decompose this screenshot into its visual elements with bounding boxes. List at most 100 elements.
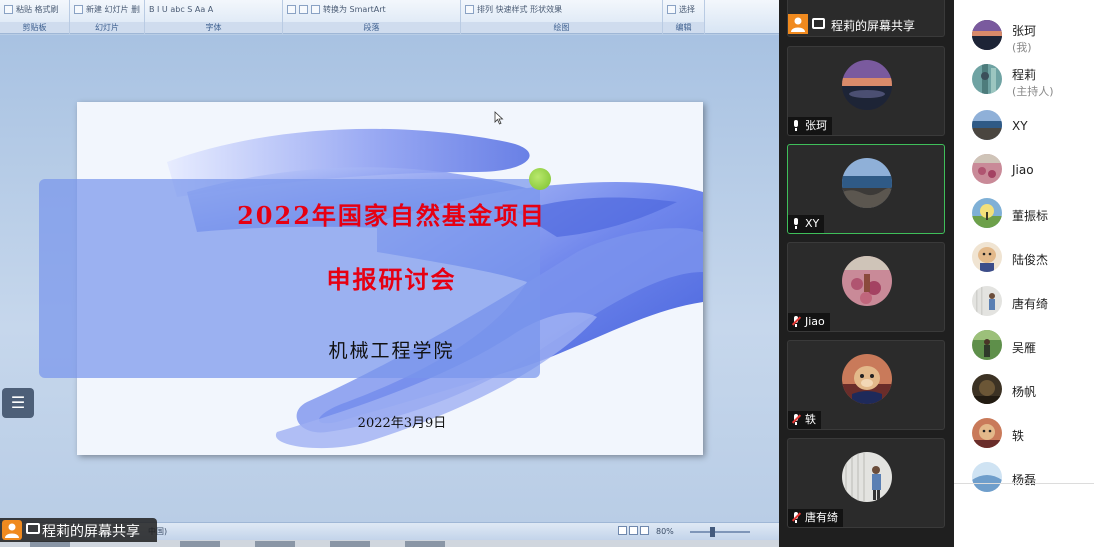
participant-avatar	[972, 374, 1002, 404]
video-tile[interactable]: Jiao	[787, 242, 945, 332]
user-avatar-icon	[788, 14, 808, 34]
normal-view-icon[interactable]	[618, 526, 627, 535]
screen-share-icon	[26, 523, 40, 534]
participant-name: 张珂	[1012, 24, 1037, 38]
slide-subtitle: 机械工程学院	[328, 340, 455, 362]
ribbon-tools: 新建 幻灯片 删除	[86, 5, 140, 14]
slide-title-line2: 申报研讨会	[326, 265, 457, 294]
participant-item[interactable]: 轶	[954, 412, 1094, 456]
ribbon-tools: B I U abc S Aa A	[149, 5, 214, 14]
ribbon-tools: 选择	[679, 5, 695, 14]
participant-name: 杨磊	[1012, 473, 1037, 487]
participant-item[interactable]: XY	[954, 104, 1094, 148]
participant-avatar	[972, 20, 1002, 50]
zoom-slider[interactable]	[690, 527, 750, 537]
participant-name: 程莉	[1012, 68, 1037, 82]
participant-avatar	[972, 418, 1002, 448]
align-center-icon	[299, 5, 308, 14]
taskbar-item[interactable]	[255, 541, 295, 547]
ribbon-group-label: 绘图	[461, 22, 662, 33]
participant-avatar	[972, 64, 1002, 94]
participant-item[interactable]: Jiao	[954, 148, 1094, 192]
meeting-window: 粘贴 格式刷 剪贴板 新建 幻灯片 删除 幻灯片 B I U abc S Aa …	[0, 0, 1094, 547]
mic-muted-icon	[791, 414, 802, 425]
ribbon-tools: 粘贴 格式刷	[16, 5, 59, 14]
shared-screen[interactable]: 粘贴 格式刷 剪贴板 新建 幻灯片 删除 幻灯片 B I U abc S Aa …	[0, 0, 779, 547]
view-switcher[interactable]	[618, 526, 652, 537]
ribbon-group-editing[interactable]: 选择 编辑	[663, 0, 705, 34]
participant-item[interactable]: 张珂 (我)	[954, 14, 1094, 58]
mic-muted-icon	[791, 512, 802, 523]
ribbon-tools: 排列 快速样式 形状效果	[477, 5, 563, 14]
rotation-handle[interactable]	[529, 168, 551, 190]
ribbon-group-label: 幻灯片	[70, 22, 144, 33]
ribbon-group-label: 编辑	[663, 22, 704, 33]
new-slide-icon	[74, 5, 83, 14]
participant-item[interactable]: 杨帆	[954, 368, 1094, 412]
participant-name: XY	[1012, 119, 1028, 133]
video-tile-screen-share[interactable]: 程莉的屏幕共享	[787, 0, 945, 37]
ribbon-tools: 转换为 SmartArt	[323, 5, 386, 14]
screen-share-text: 程莉的屏幕共享	[42, 524, 140, 540]
participant-avatar	[972, 198, 1002, 228]
participant-item[interactable]: 程莉 (主持人)	[954, 58, 1094, 102]
participant-role: (主持人)	[1012, 85, 1054, 98]
taskbar-item[interactable]	[330, 541, 370, 547]
participant-name: 轶	[1012, 429, 1025, 443]
participant-name: 张珂	[805, 119, 827, 132]
participant-avatar	[842, 60, 892, 110]
participant-item[interactable]: 唐有绮	[954, 280, 1094, 324]
participant-avatar	[972, 462, 1002, 492]
participant-item[interactable]: 吴雁	[954, 324, 1094, 368]
participant-avatar	[842, 354, 892, 404]
ribbon-group-drawing[interactable]: 排列 快速样式 形状效果 绘图	[461, 0, 663, 34]
screen-share-icon	[812, 18, 825, 29]
participant-avatar	[972, 286, 1002, 316]
video-tile[interactable]: 轶	[787, 340, 945, 430]
participant-name: 吴雁	[1012, 341, 1037, 355]
ribbon-group-paragraph[interactable]: 转换为 SmartArt 段落	[283, 0, 461, 34]
ribbon-group-clipboard[interactable]: 粘贴 格式刷 剪贴板	[0, 0, 70, 34]
ribbon-group-label: 剪贴板	[0, 22, 69, 33]
participant-item[interactable]: 董振标	[954, 192, 1094, 236]
screen-share-label: 程莉的屏幕共享	[0, 518, 157, 542]
participant-list[interactable]: 张珂 (我) 程莉 (主持人) XY Jiao 董振标 陆俊杰 唐有绮 吴雁 杨…	[954, 0, 1094, 547]
participant-name: 杨帆	[1012, 385, 1037, 399]
participant-name: 轶	[805, 413, 816, 426]
taskbar-item[interactable]	[180, 541, 220, 547]
sorter-view-icon[interactable]	[629, 526, 638, 535]
align-icon	[287, 5, 296, 14]
participant-name: Jiao	[1012, 163, 1034, 177]
mic-on-icon	[792, 120, 800, 131]
ppt-ribbon: 粘贴 格式刷 剪贴板 新建 幻灯片 删除 幻灯片 B I U abc S Aa …	[0, 0, 779, 34]
ribbon-group-font[interactable]: B I U abc S Aa A 字体	[145, 0, 283, 34]
paste-icon	[4, 5, 13, 14]
participant-name: 唐有绮	[1012, 297, 1049, 311]
participant-avatar	[972, 242, 1002, 272]
slide-title-line1: 2022年国家自然基金项目	[237, 201, 546, 230]
mic-on-icon	[792, 218, 800, 229]
participant-avatar	[972, 110, 1002, 140]
participant-item[interactable]: 陆俊杰	[954, 236, 1094, 280]
ribbon-group-slides[interactable]: 新建 幻灯片 删除 幻灯片	[70, 0, 145, 34]
participant-avatar	[842, 158, 892, 208]
outline-list-icon[interactable]: ☰	[2, 388, 34, 418]
video-tile-label: 程莉的屏幕共享	[831, 19, 916, 33]
participant-item[interactable]: 杨磊	[954, 456, 1094, 500]
taskbar-item[interactable]	[405, 541, 445, 547]
video-tile[interactable]: 唐有绮	[787, 438, 945, 528]
video-tile[interactable]: 张珂	[787, 46, 945, 136]
participant-name: Jiao	[805, 315, 825, 328]
shapes-icon	[465, 5, 474, 14]
zoom-slider-thumb[interactable]	[710, 527, 715, 537]
slideshow-view-icon[interactable]	[640, 526, 649, 535]
participant-role: (我)	[1012, 41, 1032, 54]
participant-avatar	[972, 330, 1002, 360]
zoom-level[interactable]: 80%	[656, 527, 674, 536]
participant-avatar	[842, 452, 892, 502]
participant-name: 董振标	[1012, 209, 1049, 223]
participant-name: 唐有绮	[805, 511, 838, 524]
mouse-cursor-icon	[494, 111, 504, 125]
video-tile-active-speaker[interactable]: XY	[787, 144, 945, 234]
mic-muted-icon	[791, 316, 802, 327]
